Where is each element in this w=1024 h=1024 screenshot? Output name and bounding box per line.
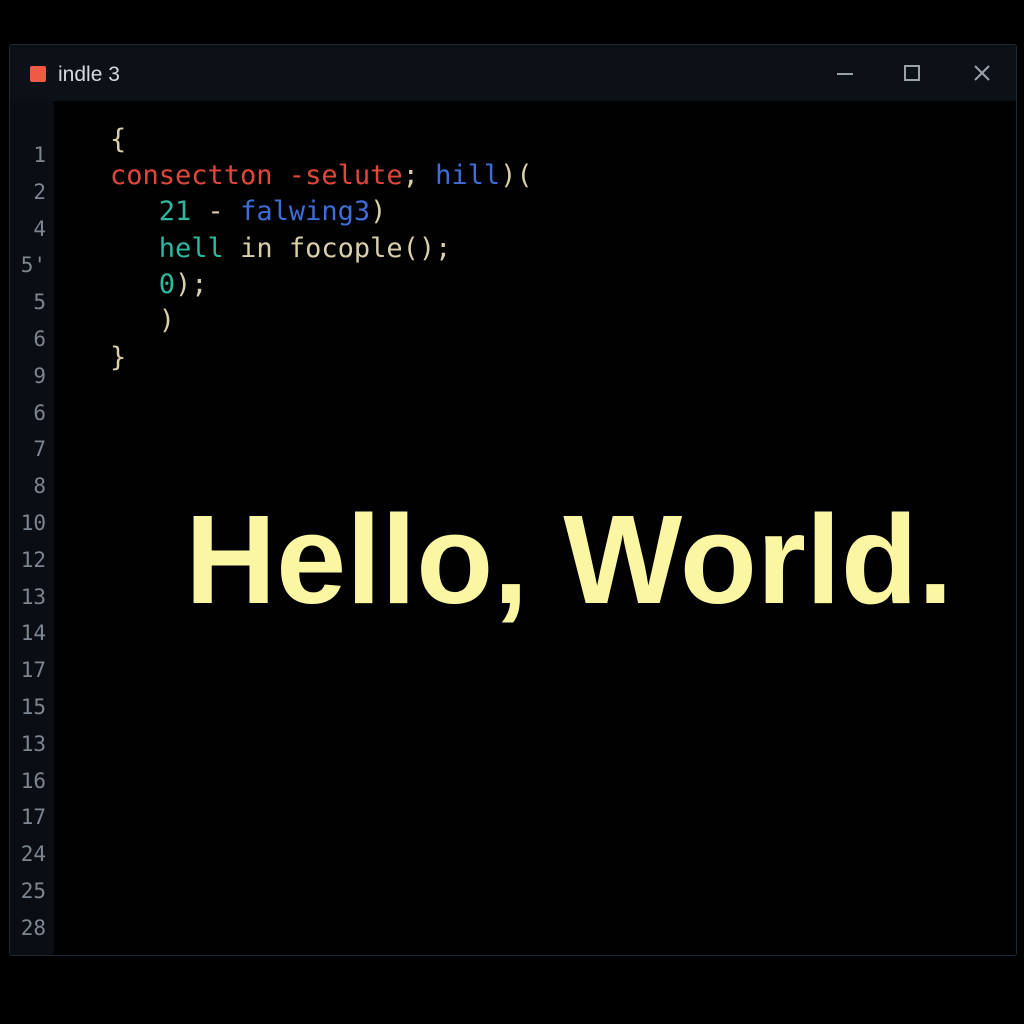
code-token: )( <box>500 160 533 191</box>
line-number: 17 <box>20 658 46 682</box>
line-number: 1 <box>33 143 46 167</box>
line-number: 5 <box>33 290 46 314</box>
code-token: ); <box>175 269 208 300</box>
line-number-gutter: 1 2 4 5' 5 6 9 6 7 8 10 12 13 14 17 15 13 16 17 24 25 28 <box>10 101 54 955</box>
editor-window: indle 3 1 2 4 5' 5 6 9 6 7 8 10 12 13 14 17 15 13 16 17 24 2… <box>9 44 1017 956</box>
code-token: consectton -selute <box>110 160 403 191</box>
code-line: hell in focople(); <box>110 232 452 266</box>
line-number: 16 <box>20 769 46 793</box>
close-button[interactable] <box>962 55 1002 91</box>
line-number: 9 <box>33 364 46 388</box>
code-token: in focople(); <box>223 233 452 264</box>
line-number: 13 <box>20 585 46 609</box>
hello-world-text: Hello, World. <box>185 489 953 630</box>
code-token: } <box>110 342 127 373</box>
line-number: 4 <box>33 217 46 241</box>
line-number: 7 <box>33 437 46 461</box>
code-token: hill <box>435 160 501 191</box>
line-number: 8 <box>33 474 46 498</box>
code-token: 21 <box>158 196 192 227</box>
code-token: - <box>191 196 241 227</box>
minimize-icon <box>837 73 853 75</box>
line-number: 12 <box>20 548 46 572</box>
line-number: 13 <box>20 732 46 756</box>
code-token: hell <box>158 233 224 264</box>
code-lines: { consectton -selute; hill)( 21 - falwing… <box>110 101 1010 501</box>
code-token: ; <box>402 160 436 191</box>
line-number: 24 <box>20 842 46 866</box>
code-line: { <box>110 123 126 157</box>
code-token: falwing3 <box>240 196 371 227</box>
code-line: } <box>110 341 126 375</box>
line-number: 14 <box>20 621 46 645</box>
title-bar[interactable]: indle 3 <box>10 45 1016 101</box>
code-token: ) <box>370 196 387 227</box>
code-token: 0 <box>158 269 176 300</box>
line-number: 25 <box>20 879 46 903</box>
line-number: 10 <box>20 511 46 535</box>
code-line: ) <box>110 304 175 338</box>
line-number: 6 <box>33 327 46 351</box>
app-icon <box>30 66 46 82</box>
close-icon <box>974 65 990 81</box>
line-number: 5' <box>20 253 46 277</box>
code-line: 21 - falwing3) <box>110 195 387 229</box>
line-number: 28 <box>20 916 46 940</box>
code-line: consectton -selute; hill)( <box>110 159 533 193</box>
code-token: { <box>110 124 127 155</box>
line-number: 17 <box>20 805 46 829</box>
line-number: 2 <box>33 180 46 204</box>
minimize-button[interactable] <box>825 55 865 91</box>
line-number: 15 <box>20 695 46 719</box>
maximize-icon <box>904 65 920 81</box>
line-number: 6 <box>33 401 46 425</box>
code-line: 0); <box>110 268 208 302</box>
code-editor-area[interactable]: { consectton -selute; hill)( 21 - falwing… <box>54 101 1016 955</box>
code-token: ) <box>158 305 176 336</box>
window-title: indle 3 <box>58 63 120 86</box>
maximize-button[interactable] <box>892 55 932 91</box>
